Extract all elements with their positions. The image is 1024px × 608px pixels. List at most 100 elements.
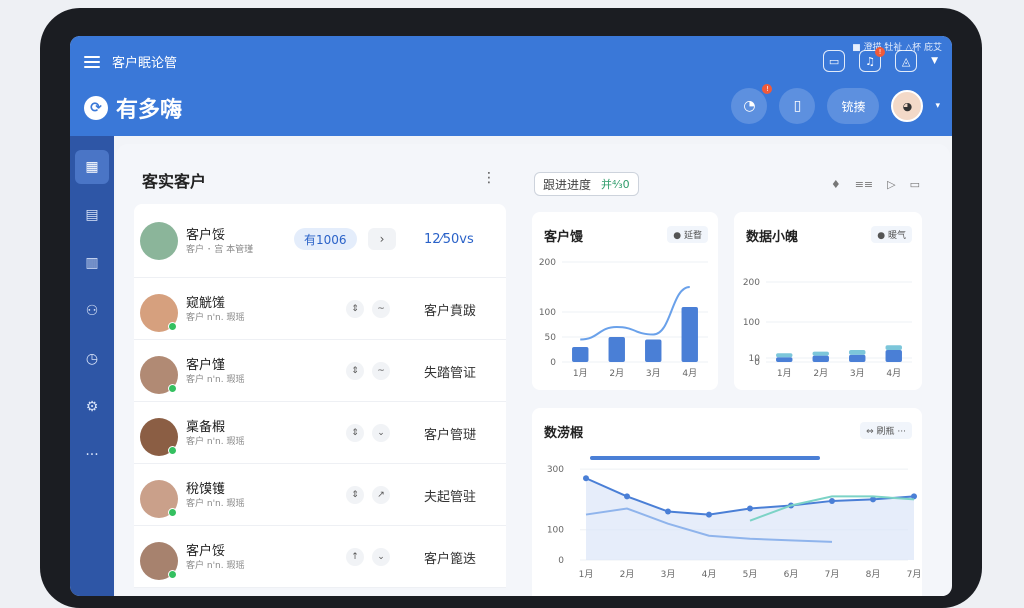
bar — [885, 350, 902, 362]
list-item[interactable]: 客户馁 客户 n'n. 瑕瑶 ↑ ⌄ 客户篦迭 — [134, 526, 506, 588]
sidebar: ▦ ▤ ▥ ⚇ ◷ ⚙ ··· — [70, 136, 114, 596]
bar-segment — [812, 351, 829, 356]
sort-icon[interactable]: ⇕ — [346, 362, 364, 380]
bars-icon[interactable]: ≡≡ — [855, 178, 873, 191]
data-point — [706, 511, 712, 518]
chevron-down-icon[interactable]: ⌄ — [372, 424, 390, 442]
chevron-down-icon[interactable]: ▼ — [931, 56, 938, 66]
y-tick-label: 0 — [558, 556, 564, 566]
bar — [812, 355, 829, 362]
file-icon[interactable]: ▥ — [75, 246, 109, 280]
online-dot — [168, 508, 177, 517]
x-tick-label: 1月 — [573, 368, 588, 379]
top-icons: ▭ ♫! ◬ ▼ — [823, 47, 938, 72]
list-item[interactable]: 稅馍镬 客户 n'n. 瑕瑶 ⇕ ↗ 夫起管驻 — [134, 464, 506, 526]
mic-icon[interactable]: ♦ — [831, 178, 841, 191]
y-tick-label: 300 — [547, 465, 564, 475]
list-item[interactable]: 客户馑 客户 n'n. 瑕瑶 ⇕ ~ 失踏管证 — [134, 340, 506, 402]
x-tick-label: 1月 — [777, 368, 792, 379]
bar — [776, 357, 793, 362]
switch-button[interactable]: 铳揍 — [827, 88, 880, 124]
arrow-icon[interactable]: ↗ — [372, 486, 390, 504]
screen: ■ 澄描 牡祉 △杯 庇艾 客户眠论管 ⟳ 有多嗨 ▭ ♫! ◬ ▼ ◔! ▯ … — [70, 36, 952, 596]
message-icon[interactable]: ▭ — [823, 50, 846, 72]
customer-sub: 客户 n'n. 瑕瑶 — [186, 499, 245, 509]
y-tick-label: 200 — [743, 278, 760, 288]
sort-icon[interactable]: ↑ — [346, 548, 364, 566]
menu-icon[interactable] — [84, 55, 100, 68]
sort-icon[interactable]: ⇕ — [346, 486, 364, 504]
list-item[interactable]: 稟备椵 客户 n'n. 瑕瑶 ⇕ ⌄ 客户管琎 — [134, 402, 506, 464]
list-item[interactable]: 客户馁 客户 ･ 宫 本管瑾 有1006 › 12⁄50vs — [134, 204, 506, 278]
x-tick-label: 4月 — [886, 368, 901, 379]
y-tick-label: 0 — [550, 358, 556, 368]
customer-tag[interactable]: 有1006 — [294, 228, 357, 250]
x-tick-label: 1月 — [579, 569, 594, 580]
chevron-down-icon[interactable]: ▾ — [935, 101, 940, 111]
bar — [849, 354, 866, 362]
brand: ⟳ 有多嗨 — [84, 92, 182, 124]
brand-name: 有多嗨 — [116, 98, 183, 123]
x-tick-label: 2月 — [813, 368, 828, 379]
y-tick-label: 100 — [743, 318, 760, 328]
wave-icon[interactable]: ~ — [372, 362, 390, 380]
sort-icon[interactable]: ⇕ — [346, 300, 364, 318]
more-icon[interactable]: ⋮ — [482, 170, 496, 186]
sort-icon[interactable]: ⇕ — [346, 424, 364, 442]
tablet-frame: ■ 澄描 牡祉 △杯 庇艾 客户眠论管 ⟳ 有多嗨 ▭ ♫! ◬ ▼ ◔! ▯ … — [40, 8, 982, 608]
online-dot — [168, 446, 177, 455]
wave-icon[interactable]: ~ — [372, 300, 390, 318]
doc-icon[interactable]: ▤ — [75, 198, 109, 232]
more-icon[interactable]: ··· — [75, 438, 109, 472]
bell-icon[interactable]: ♫! — [859, 47, 886, 72]
online-dot — [168, 384, 177, 393]
customer-sub: 客户 n'n. 瑕瑶 — [186, 375, 245, 385]
data-point — [583, 475, 589, 482]
alert-icon[interactable]: ◬ — [895, 50, 918, 72]
comment-icon[interactable]: ▭ — [910, 178, 920, 191]
settings-icon[interactable]: ⚙ — [75, 390, 109, 424]
dashboard-icon[interactable]: ▦ — [75, 150, 109, 184]
area-fill — [586, 478, 914, 560]
x-tick-label: 4月 — [682, 368, 697, 379]
customer-status: 客户管琎 — [424, 428, 477, 443]
action-badge: ! — [762, 84, 773, 94]
clock-icon[interactable]: ◷ — [75, 342, 109, 376]
progress-filter[interactable]: 跟进进度 并⁴⁄₃0 — [534, 172, 639, 196]
y-tick-label: 50 — [545, 333, 557, 343]
online-dot — [168, 322, 177, 331]
filter-badge: 并⁴⁄₃0 — [601, 178, 630, 191]
chevron-right-icon[interactable]: › — [368, 228, 396, 250]
user-icon[interactable]: ⚇ — [75, 294, 109, 328]
avatar[interactable]: ◕ — [891, 90, 924, 122]
list-item[interactable]: 窥觥馐 客户 n'n. 瑕瑶 ⇕ ~ 客户賁跋 — [134, 278, 506, 340]
bar — [572, 347, 589, 362]
bar-segment — [776, 353, 793, 358]
data-point — [624, 493, 630, 500]
bar-segment — [849, 350, 866, 355]
customer-status: 客户賁跋 — [424, 304, 477, 319]
notification-button[interactable]: ◔! — [731, 84, 773, 124]
x-tick-label: 8月 — [866, 569, 881, 580]
bar-chart-1: 0 50 100 200 1月 2月 3月 4月 — [539, 258, 708, 379]
bar-segment — [885, 345, 902, 350]
customer-name: 稟备椵 — [186, 420, 226, 435]
top-bar: ■ 澄描 牡祉 △杯 庇艾 客户眠论管 ⟳ 有多嗨 ▭ ♫! ◬ ▼ ◔! ▯ … — [70, 36, 952, 136]
customer-name: 窥觥馐 — [186, 296, 226, 311]
clipboard-button[interactable]: ▯ — [779, 88, 816, 124]
x-tick-label: 7月 — [825, 569, 840, 580]
customer-sub: 客户 n'n. 瑕瑶 — [186, 561, 245, 571]
data-point — [665, 508, 671, 515]
notification-badge: ! — [875, 47, 886, 57]
x-tick-label: 3月 — [646, 368, 661, 379]
play-icon[interactable]: ▷ — [887, 178, 895, 191]
customer-status: 夫起管驻 — [424, 490, 477, 505]
customer-sub: 客户 ･ 宫 本管瑾 — [186, 245, 254, 255]
x-tick-label: 5月 — [743, 569, 758, 580]
x-tick-label: 2月 — [620, 569, 635, 580]
online-dot — [168, 570, 177, 579]
chart-card-customers: 客户馒 ● 延瞀 0 50 100 200 1月 2月 3月 4月 — [532, 212, 718, 390]
customer-value: 12⁄50vs — [424, 232, 474, 247]
y-tick-label: 100 — [547, 526, 564, 536]
chevron-down-icon[interactable]: ⌄ — [372, 548, 390, 566]
